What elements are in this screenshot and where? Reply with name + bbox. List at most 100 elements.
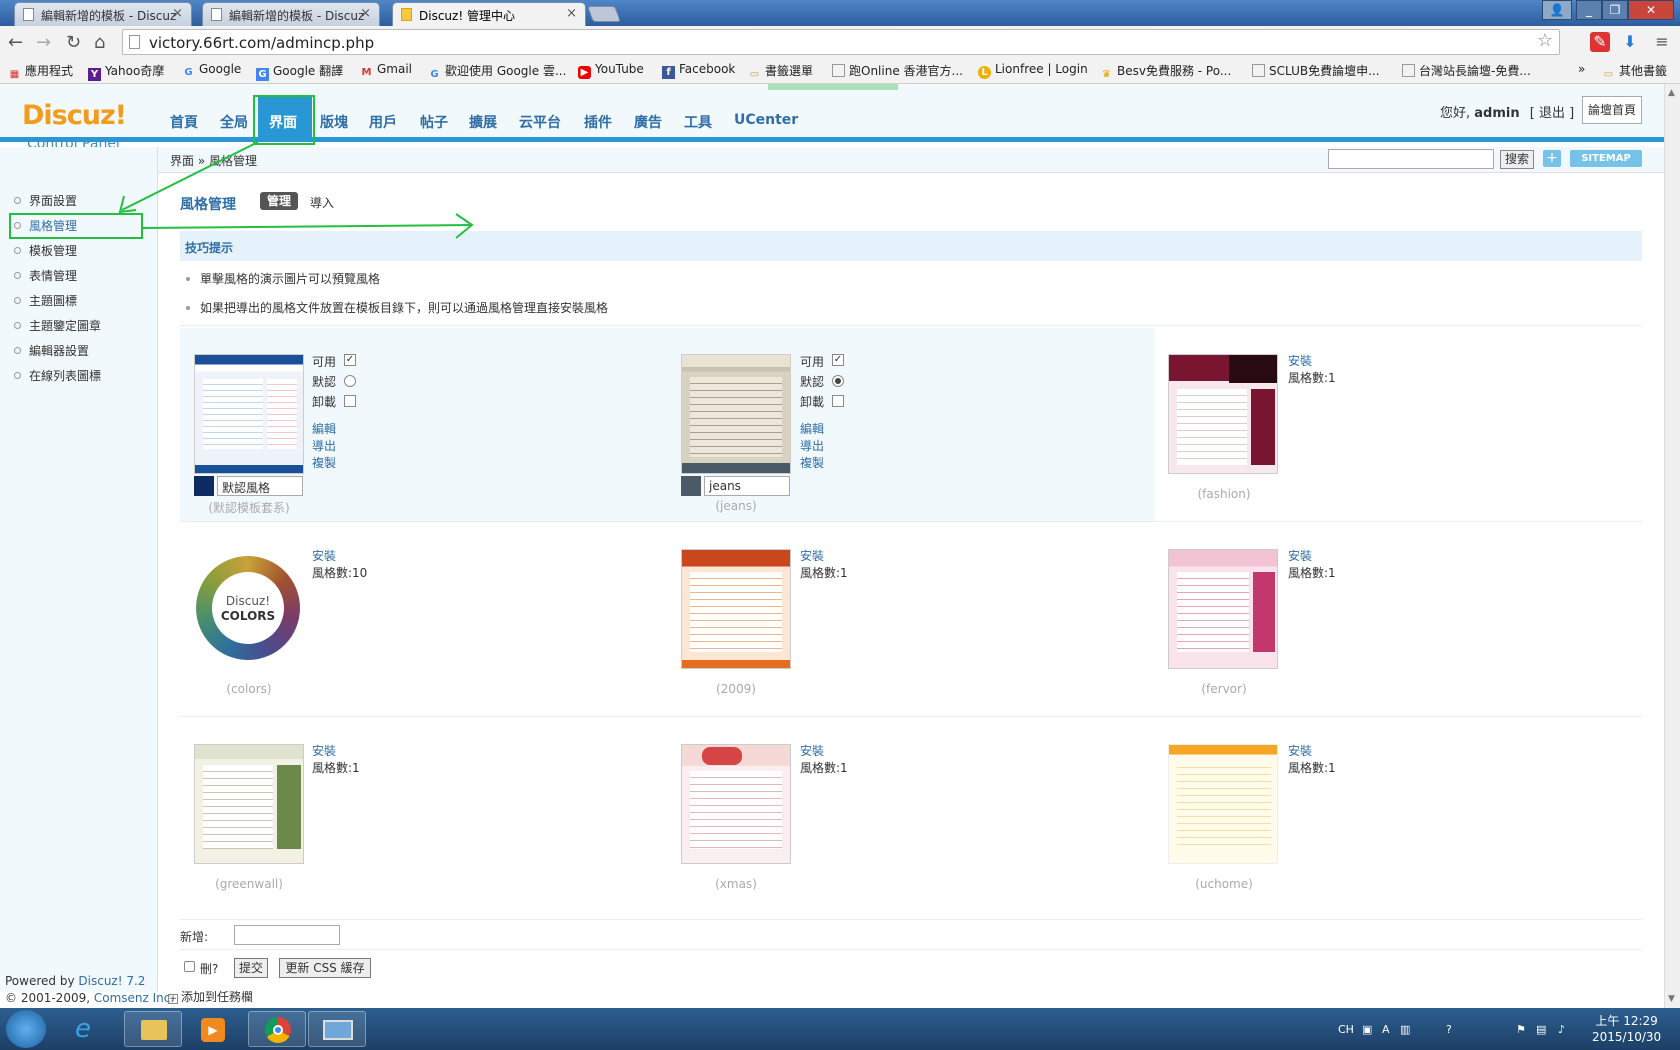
input-language[interactable]: CH	[1338, 1023, 1354, 1036]
nav-extensions[interactable]: 擴展	[469, 112, 497, 132]
update-css-cache-button[interactable]: 更新 CSS 緩存	[279, 958, 371, 978]
bookmark-lionfree[interactable]: L Lionfree | Login	[978, 62, 1088, 79]
chrome-taskbar-icon[interactable]	[248, 1011, 306, 1047]
extension-icon[interactable]: ✎	[1590, 32, 1610, 52]
scroll-up-icon[interactable]: ▲	[1668, 88, 1675, 98]
nav-global[interactable]: 全局	[220, 112, 248, 132]
image-viewer-taskbar-icon[interactable]	[308, 1011, 366, 1047]
network-icon[interactable]: ▤	[1536, 1023, 1546, 1036]
tab-manage[interactable]: 管理	[260, 192, 298, 210]
default-radio[interactable]	[344, 375, 356, 387]
style-preview-fervor[interactable]	[1168, 549, 1278, 669]
copy-link[interactable]: 複製	[800, 454, 824, 471]
bookmark-google[interactable]: G Google	[182, 62, 241, 79]
install-link[interactable]: 安裝	[800, 547, 824, 564]
nav-posts[interactable]: 帖子	[420, 112, 448, 132]
nav-home[interactable]: 首頁	[170, 112, 198, 132]
bookmark-google-translate[interactable]: G Google 翻譯	[256, 62, 343, 81]
delete-checkbox[interactable]	[184, 961, 195, 972]
address-bar[interactable]: victory.66rt.com/admincp.php ☆	[122, 29, 1560, 55]
style-preview-uchome[interactable]	[1168, 744, 1278, 864]
style-preview-greenwall[interactable]	[194, 744, 304, 864]
forum-home-button[interactable]: 論壇首頁	[1582, 96, 1642, 124]
default-radio-selected[interactable]	[832, 375, 844, 387]
sidebar-item-template-manage[interactable]: 模板管理	[14, 242, 77, 259]
nav-ads[interactable]: 廣告	[634, 112, 662, 132]
star-icon[interactable]: ☆	[1537, 30, 1553, 51]
bookmark-folder-menu[interactable]: ▭ 書籤選單	[748, 62, 813, 81]
style-preview-default[interactable]	[194, 354, 304, 474]
home-icon[interactable]: ⌂	[94, 32, 105, 53]
edit-link[interactable]: 編輯	[312, 420, 336, 437]
close-icon[interactable]: ×	[360, 6, 371, 21]
style-preview-2009[interactable]	[681, 549, 791, 669]
install-link[interactable]: 安裝	[312, 547, 336, 564]
sidebar-item-topic-icons[interactable]: 主題圖標	[14, 292, 77, 309]
new-style-input[interactable]	[234, 925, 340, 945]
install-link[interactable]: 安裝	[1288, 547, 1312, 564]
bookmark-paoonline[interactable]: 跑Online 香港官方...	[832, 62, 963, 79]
available-checkbox[interactable]: ✓	[344, 354, 356, 366]
nav-interface[interactable]: 界面	[269, 112, 297, 132]
style-name-input[interactable]: 默認風格	[217, 476, 303, 496]
forward-icon[interactable]: →	[36, 32, 51, 53]
scroll-down-icon[interactable]: ▼	[1668, 994, 1675, 1004]
nav-users[interactable]: 用戶	[369, 112, 397, 132]
comsenz-link[interactable]: Comsenz Inc.	[94, 991, 174, 1005]
download-icon[interactable]: ⬇	[1620, 32, 1640, 52]
sitemap-button[interactable]: SITEMAP	[1570, 150, 1642, 167]
bookmark-tw-webmaster[interactable]: 台灣站長論壇-免費...	[1402, 62, 1531, 79]
add-to-taskbar[interactable]: + 添加到任務欄	[168, 988, 253, 1005]
nav-tools[interactable]: 工具	[684, 112, 712, 132]
bookmark-besv[interactable]: ♛ Besv免費服務 - Po...	[1100, 62, 1231, 81]
style-color-swatch[interactable]	[681, 476, 701, 496]
keyboard-icon[interactable]: ▥	[1400, 1023, 1410, 1036]
nav-cloud[interactable]: 云平台	[519, 112, 561, 132]
install-link[interactable]: 安裝	[1288, 742, 1312, 759]
bookmark-apps[interactable]: ▦ 應用程式	[8, 62, 73, 81]
sidebar-item-stamps[interactable]: 主題鑒定圖章	[14, 317, 101, 334]
install-link[interactable]: 安裝	[800, 742, 824, 759]
style-name-input[interactable]: jeans	[704, 476, 790, 496]
ime-icon[interactable]: ▣	[1362, 1023, 1372, 1036]
available-checkbox[interactable]: ✓	[832, 354, 844, 366]
bookmark-gmail[interactable]: M Gmail	[360, 62, 413, 79]
install-link[interactable]: 安裝	[1288, 352, 1312, 369]
install-link[interactable]: 安裝	[312, 742, 336, 759]
export-link[interactable]: 導出	[800, 437, 824, 454]
discuz-version-link[interactable]: Discuz! 7.2	[78, 974, 145, 988]
help-icon[interactable]: ?	[1446, 1023, 1452, 1036]
minimize-button[interactable]: _	[1576, 0, 1602, 20]
search-input[interactable]	[1328, 149, 1494, 169]
copy-link[interactable]: 複製	[312, 454, 336, 471]
bookmark-sclub[interactable]: SCLUB免費論壇申...	[1252, 62, 1380, 79]
style-preview-colors[interactable]: Discuz! COLORS	[196, 556, 300, 660]
browser-tab-2[interactable]: 編輯新增的模板 - Discuz ×	[202, 2, 380, 26]
sidebar-item-editor[interactable]: 編輯器設置	[14, 342, 89, 359]
menu-icon[interactable]: ≡	[1652, 32, 1672, 52]
new-tab-button[interactable]	[587, 6, 621, 22]
user-icon[interactable]: 👤	[1542, 0, 1572, 20]
sidebar-item-style-manage[interactable]: 風格管理	[14, 217, 77, 234]
sidebar-item-interface-settings[interactable]: 界面設置	[14, 192, 77, 209]
style-preview-jeans[interactable]	[681, 354, 791, 474]
add-shortcut-button[interactable]: +	[1543, 150, 1561, 167]
restore-button[interactable]: ❐	[1602, 0, 1628, 20]
edit-link[interactable]: 編輯	[800, 420, 824, 437]
close-icon[interactable]: ×	[172, 6, 183, 21]
discuz-logo[interactable]: Discuz!	[22, 100, 127, 131]
media-player-taskbar-icon[interactable]: ▶	[186, 1011, 244, 1047]
volume-icon[interactable]: ♪	[1558, 1023, 1565, 1036]
close-window-button[interactable]: ✕	[1628, 0, 1674, 20]
reload-icon[interactable]: ↻	[66, 32, 81, 53]
start-button[interactable]	[6, 1010, 46, 1048]
font-icon[interactable]: A	[1382, 1023, 1390, 1036]
page-scrollbar[interactable]: ▲ ▼	[1664, 84, 1680, 1008]
bookmark-youtube[interactable]: ▶ YouTube	[578, 62, 644, 79]
export-link[interactable]: 導出	[312, 437, 336, 454]
browser-tab-1[interactable]: 編輯新增的模板 - Discuz ×	[14, 2, 192, 26]
nav-plugins[interactable]: 插件	[584, 112, 612, 132]
style-preview-fashion[interactable]	[1168, 354, 1278, 474]
tab-import[interactable]: 導入	[310, 194, 334, 211]
bookmark-google-cloud[interactable]: G 歡迎使用 Google 雲...	[428, 62, 566, 81]
